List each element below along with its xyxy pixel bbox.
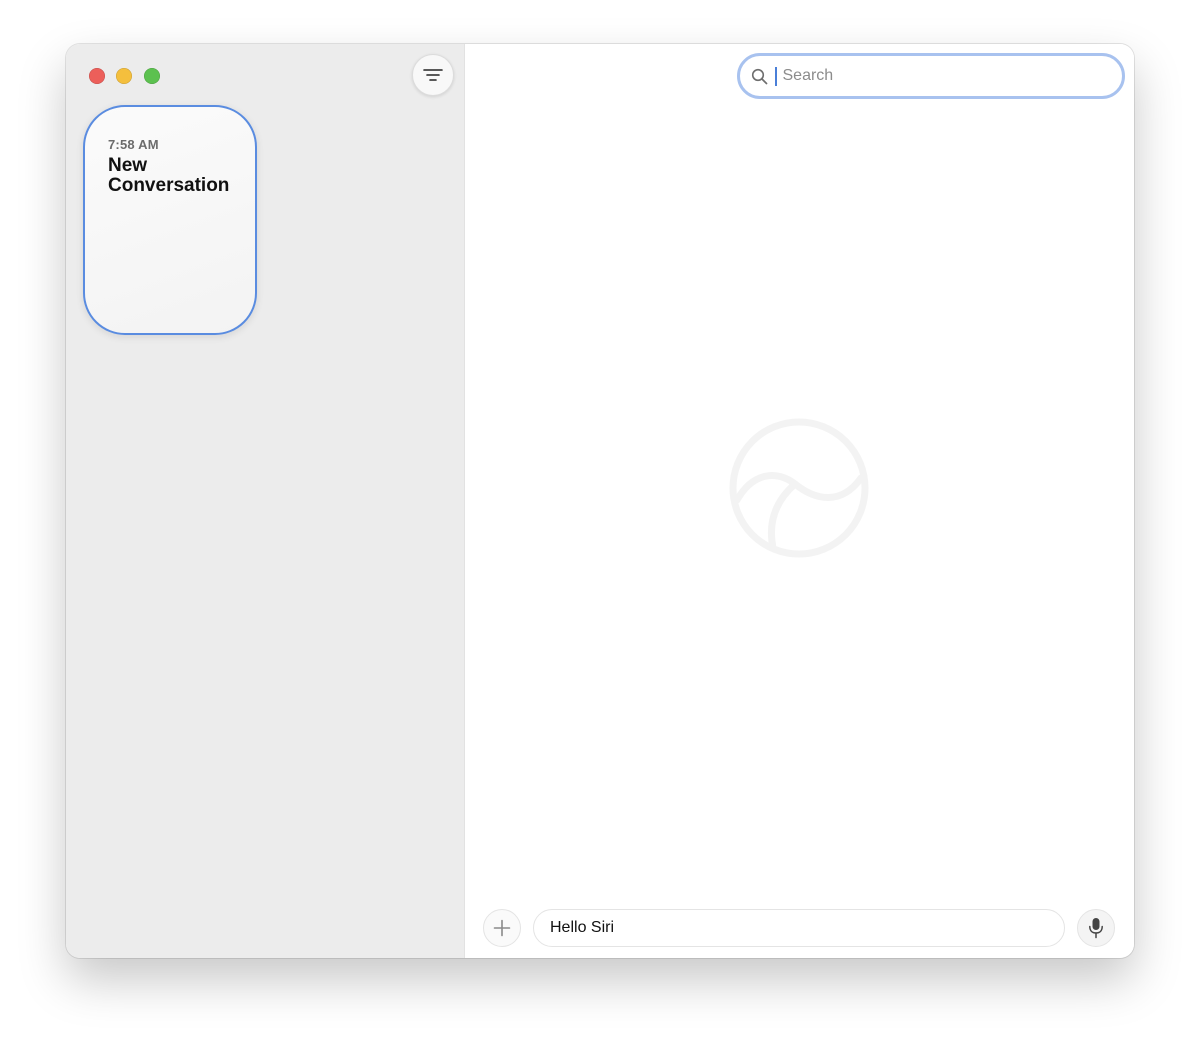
text-caret (775, 66, 777, 86)
maximize-window-button[interactable] (144, 68, 160, 84)
magnifying-glass-icon (751, 68, 768, 84)
search-input[interactable] (782, 67, 1113, 85)
siri-logo-icon (729, 418, 869, 558)
filter-lines-icon (423, 69, 443, 81)
add-attachment-button[interactable] (483, 909, 521, 947)
conversation-card[interactable]: 7:58 AM New Conversation (83, 105, 257, 335)
conversation-pane: Hello Siri (465, 44, 1134, 958)
conversation-title: New Conversation (108, 155, 230, 196)
conversation-time: 7:58 AM (108, 137, 159, 152)
close-window-button[interactable] (89, 68, 105, 84)
microphone-icon (1089, 918, 1103, 939)
plus-icon (493, 919, 511, 937)
microphone-button[interactable] (1077, 909, 1115, 947)
app-window: 7:58 AM New Conversation Search Hello Si… (66, 44, 1134, 958)
message-input[interactable]: Hello Siri (533, 909, 1065, 947)
minimize-window-button[interactable] (116, 68, 132, 84)
search-field[interactable] (737, 53, 1125, 99)
composer-bar: Hello Siri (465, 909, 1134, 947)
filter-button[interactable] (412, 54, 454, 96)
sidebar: 7:58 AM New Conversation (66, 44, 465, 958)
